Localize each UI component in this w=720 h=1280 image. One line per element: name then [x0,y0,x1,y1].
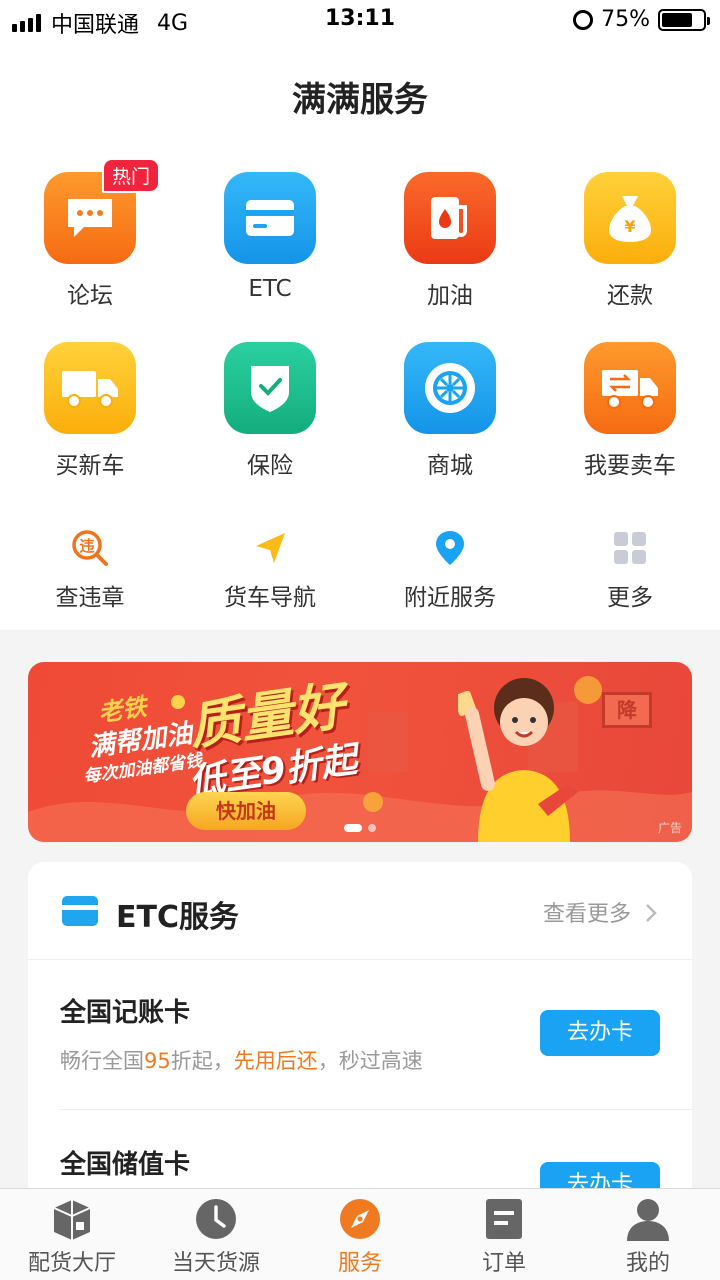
service-sell-truck[interactable]: 我要卖车 [540,342,720,480]
grid-more-icon [610,528,650,568]
price-drop-sign: 降 [602,692,652,728]
service-label: 更多 [607,585,653,611]
status-bar: 中国联通 4G 13:11 75% [0,0,720,40]
insurance-tile [224,342,316,434]
navigation-arrow-icon [250,528,290,568]
tab-cargo-hall[interactable]: 配货大厅 [0,1189,144,1280]
tab-label: 当天货源 [171,1251,260,1276]
sell-truck-tile [584,342,676,434]
desc-highlight: 95 [144,1049,171,1073]
tab-today-cargo[interactable]: 当天货源 [144,1189,288,1280]
service-nearby[interactable]: 附近服务 [360,528,540,612]
apply-card-button[interactable]: 去办卡 [540,1010,660,1056]
battery-fill [662,12,692,27]
chat-icon [68,199,112,237]
mall-tile [404,342,496,434]
buy-truck-tile [44,342,136,434]
desc-text: 折起， [170,1049,234,1073]
service-violation[interactable]: 违 查违章 [0,528,180,612]
shield-icon [251,366,289,412]
carousel-dot-active [344,824,362,832]
mascot-illustration [458,678,578,842]
service-more[interactable]: 更多 [540,528,720,612]
service-label: 我要卖车 [584,453,676,479]
service-fuel[interactable]: 加油 [360,172,540,310]
truck-icon [62,371,118,408]
promo-banner[interactable]: 老铁 满帮加油 每次加油都省钱 质量好 低至9折起 快加油 降 广告 [28,662,692,842]
service-label: 买新车 [55,453,125,479]
carousel-dots [344,824,376,832]
service-insurance[interactable]: 保险 [180,342,360,480]
card-icon [246,200,294,236]
service-forum[interactable]: 热门 论坛 [0,158,180,310]
page-title: 满满服务 [292,80,428,120]
service-label: 还款 [607,283,653,309]
chevron-right-icon [646,904,657,922]
etc-tile [224,172,316,264]
location-pin-icon [430,528,470,568]
forum-tile: 热门 [44,158,160,264]
service-label: ETC [248,276,292,302]
etc-card-header: ETC服务 查看更多 [28,862,692,960]
desc-text: ，秒过高速 [317,1049,423,1073]
battery-percent: 75% [601,7,650,32]
clock-icon [193,1197,239,1241]
order-icon [481,1197,527,1241]
tab-profile[interactable]: 我的 [576,1189,720,1280]
service-label: 商城 [427,453,473,479]
repay-tile: ¥ [584,172,676,264]
service-label: 论坛 [67,283,113,309]
service-label: 保险 [247,453,293,479]
tab-label: 服务 [337,1251,382,1276]
status-right: 75% [573,7,710,32]
carousel-dot [368,824,376,832]
svg-text:¥: ¥ [624,217,635,236]
profile-icon [625,1197,671,1241]
fuel-tile [404,172,496,264]
etc-card-title: ETC服务 [116,900,239,935]
ad-label: 广告 [657,821,682,835]
tab-orders[interactable]: 订单 [432,1189,576,1280]
cargo-box-icon [49,1197,95,1241]
view-more-link[interactable]: 查看更多 [543,896,658,928]
sell-truck-icon [602,370,658,409]
violation-search-icon: 违 [70,528,110,568]
etc-item-prepaid: 全国储值卡 去办卡 [60,1144,660,1208]
view-more-label: 查看更多 [542,902,631,927]
service-label: 查违章 [55,585,125,611]
tab-label: 订单 [481,1251,526,1276]
service-label: 附近服务 [404,585,496,611]
service-mall[interactable]: 商城 [360,342,540,480]
hot-badge: 热门 [101,158,160,193]
etc-item-credit: 全国记账卡 畅行全国95折起，先用后还，秒过高速 去办卡 [60,992,660,1075]
service-label: 货车导航 [224,585,316,611]
compass-icon [337,1197,383,1241]
divider [60,1109,692,1110]
etc-card-icon [62,896,98,926]
desc-highlight: 先用后还 [233,1049,318,1073]
alarm-icon [573,9,594,30]
service-repay[interactable]: ¥ 还款 [540,172,720,310]
desc-text: 畅行全国 [60,1049,144,1073]
tab-services[interactable]: 服务 [288,1189,432,1280]
service-buy-truck[interactable]: 买新车 [0,342,180,480]
svg-text:违: 违 [79,537,94,555]
tab-label: 配货大厅 [27,1251,116,1276]
fuel-icon [431,197,467,239]
wheel-icon [425,363,475,413]
bottom-tab-bar: 配货大厅 当天货源 服务 订单 我的 [0,1188,720,1280]
money-bag-icon: ¥ [609,196,651,242]
service-label: 加油 [427,283,473,309]
banner-cta-button[interactable]: 快加油 [186,792,306,830]
service-truck-navigation[interactable]: 货车导航 [180,528,360,612]
tab-label: 我的 [625,1251,670,1276]
service-etc[interactable]: ETC [180,172,360,302]
battery-icon [658,8,710,31]
